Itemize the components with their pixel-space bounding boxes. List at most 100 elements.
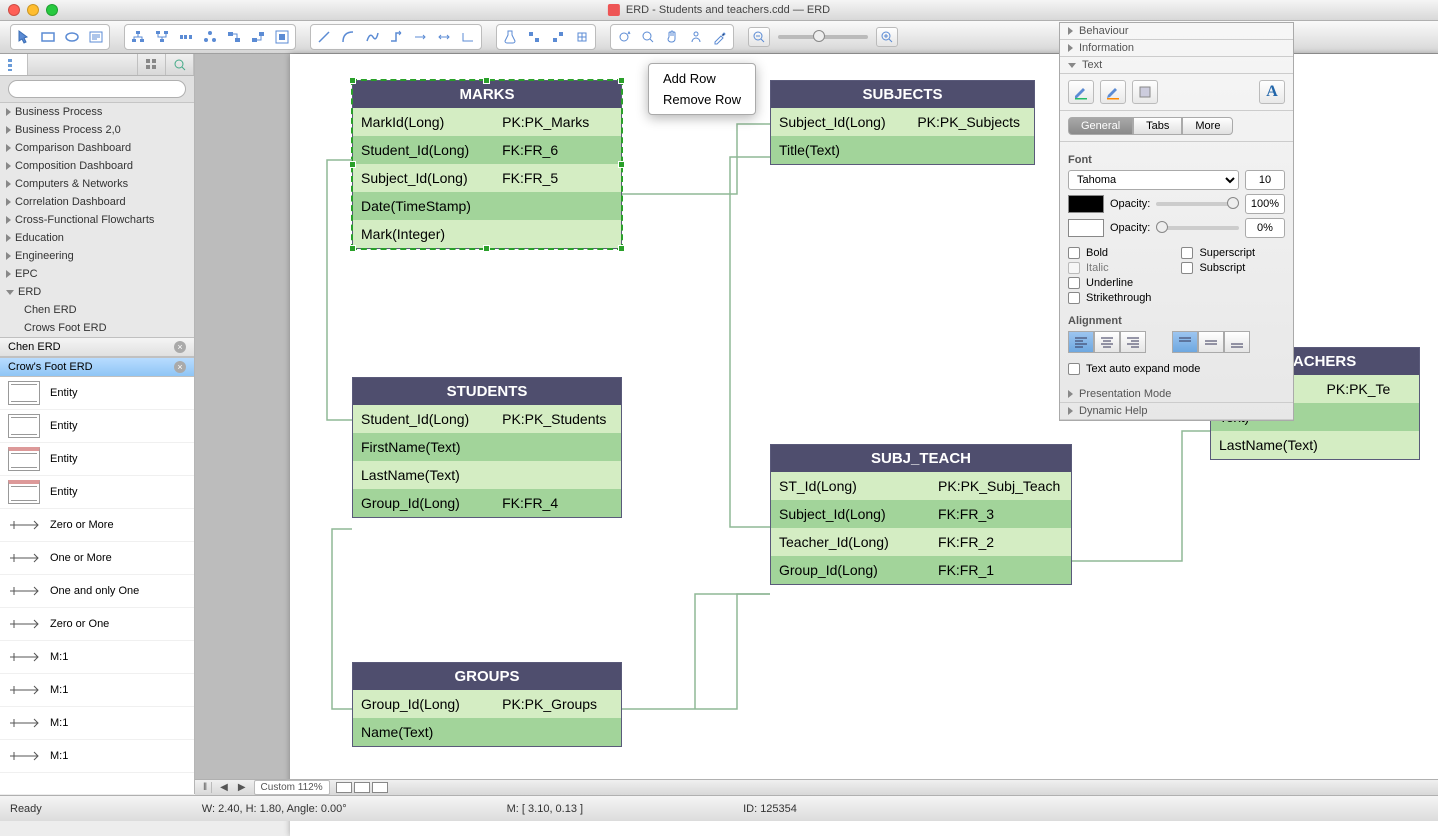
inspector-tab-more[interactable]: More [1182, 117, 1233, 135]
sidebar-category[interactable]: EPC [0, 265, 194, 283]
stencil-item[interactable]: Entity [0, 410, 194, 443]
erd-row[interactable]: Teacher_Id(Long)FK:FR_2 [771, 528, 1071, 556]
erd-row[interactable]: Date(TimeStamp) [353, 192, 621, 220]
close-icon[interactable]: × [174, 361, 186, 373]
layout-tool-4[interactable] [199, 27, 221, 47]
zoom-slider[interactable] [778, 35, 868, 39]
sidebar-tab-grid[interactable] [138, 54, 166, 75]
zoom-readout[interactable]: Custom 112% [254, 780, 330, 795]
superscript-checkbox[interactable] [1181, 247, 1193, 259]
erd-table-marks[interactable]: MARKS MarkId(Long)PK:PK_MarksStudent_Id(… [352, 80, 622, 249]
font-family-select[interactable]: Tahoma [1068, 170, 1239, 190]
pointer-tool[interactable] [13, 27, 35, 47]
stencil-item[interactable]: Entity [0, 476, 194, 509]
action-tool-3[interactable] [547, 27, 569, 47]
erd-row[interactable]: Title(Text) [771, 136, 1034, 164]
zoom-out-button[interactable] [748, 27, 770, 47]
sidebar-category[interactable]: Composition Dashboard [0, 157, 194, 175]
sidebar-category[interactable]: Business Process [0, 103, 194, 121]
valign-bottom-button[interactable] [1224, 331, 1250, 353]
highlight-color-icon[interactable] [1100, 80, 1126, 104]
erd-row[interactable]: Student_Id(Long)FK:FR_6 [353, 136, 621, 164]
action-tool-2[interactable] [523, 27, 545, 47]
text-tool[interactable] [85, 27, 107, 47]
erd-row[interactable]: LastName(Text) [353, 461, 621, 489]
sidebar-category[interactable]: Computers & Networks [0, 175, 194, 193]
sidebar-category[interactable]: Comparison Dashboard [0, 139, 194, 157]
align-center-button[interactable] [1094, 331, 1120, 353]
erd-table-subj-teach[interactable]: SUBJ_TEACH ST_Id(Long)PK:PK_Subj_TeachSu… [770, 444, 1072, 585]
erd-row[interactable]: MarkId(Long)PK:PK_Marks [353, 108, 621, 136]
chain-tool[interactable] [151, 27, 173, 47]
auto-expand-checkbox[interactable] [1068, 363, 1080, 375]
erd-row[interactable]: Name(Text) [353, 718, 621, 746]
stencil-item[interactable]: M:1 [0, 707, 194, 740]
strike-checkbox[interactable] [1068, 292, 1080, 304]
stroke-swatch[interactable] [1068, 219, 1104, 237]
erd-row[interactable]: Group_Id(Long)FK:FR_4 [353, 489, 621, 517]
refresh-icon[interactable] [613, 27, 635, 47]
ellipse-tool[interactable] [61, 27, 83, 47]
sidebar-search-input[interactable] [8, 80, 186, 98]
tree-tool[interactable] [127, 27, 149, 47]
stencil-item[interactable]: Zero or More [0, 509, 194, 542]
erd-row[interactable]: Student_Id(Long)PK:PK_Students [353, 405, 621, 433]
align-left-button[interactable] [1068, 331, 1094, 353]
connector-tool-6[interactable] [433, 27, 455, 47]
inspector-section-presentation[interactable]: Presentation Mode [1060, 386, 1293, 403]
spline-tool[interactable] [361, 27, 383, 47]
inspector-section-help[interactable]: Dynamic Help [1060, 403, 1293, 420]
layout-tool-6[interactable] [247, 27, 269, 47]
inspector-tab-tabs[interactable]: Tabs [1133, 117, 1182, 135]
stencil-item[interactable]: M:1 [0, 641, 194, 674]
sidebar-category[interactable]: Education [0, 229, 194, 247]
inspector-section-information[interactable]: Information [1060, 40, 1293, 57]
inspector-tab-general[interactable]: General [1068, 117, 1133, 135]
page-thumbnails[interactable] [336, 782, 388, 793]
eyedropper-tool[interactable] [709, 27, 731, 47]
sidebar-subcategory[interactable]: Crows Foot ERD [0, 319, 194, 337]
line-tool[interactable] [313, 27, 335, 47]
valign-top-button[interactable] [1172, 331, 1198, 353]
sidebar-tab-tree[interactable] [0, 54, 28, 75]
font-size-input[interactable] [1245, 170, 1285, 190]
erd-row[interactable]: Subject_Id(Long)PK:PK_Subjects [771, 108, 1034, 136]
erd-row[interactable]: Mark(Integer) [353, 220, 621, 248]
stencil-item[interactable]: M:1 [0, 674, 194, 707]
sidebar-category[interactable]: Business Process 2,0 [0, 121, 194, 139]
horizontal-scroll-bar[interactable]: ‖ ◀▶ Custom 112% [195, 779, 1438, 795]
close-window-button[interactable] [8, 4, 20, 16]
valign-middle-button[interactable] [1198, 331, 1224, 353]
stencil-item[interactable]: M:1 [0, 740, 194, 773]
inspector-section-behaviour[interactable]: Behaviour [1060, 23, 1293, 40]
zoom-in-button[interactable] [876, 27, 898, 47]
stroke-opacity-value[interactable] [1245, 218, 1285, 238]
font-icon[interactable]: A [1259, 80, 1285, 104]
stencil-tab[interactable]: Crow's Foot ERD× [0, 357, 194, 377]
fill-color-icon[interactable] [1132, 80, 1158, 104]
erd-row[interactable]: ST_Id(Long)PK:PK_Subj_Teach [771, 472, 1071, 500]
stencil-item[interactable]: Entity [0, 377, 194, 410]
layout-tool-7[interactable] [271, 27, 293, 47]
bold-checkbox[interactable] [1068, 247, 1080, 259]
sidebar-category[interactable]: Engineering [0, 247, 194, 265]
zoom-slider-thumb[interactable] [813, 30, 825, 42]
sidebar-category[interactable]: ERD [0, 283, 194, 301]
connector-tool-7[interactable] [457, 27, 479, 47]
underline-color-icon[interactable] [1068, 80, 1094, 104]
stencil-tab[interactable]: Chen ERD× [0, 337, 194, 357]
action-tool-4[interactable] [571, 27, 593, 47]
sidebar-category[interactable]: Cross-Functional Flowcharts [0, 211, 194, 229]
erd-table-groups[interactable]: GROUPS Group_Id(Long)PK:PK_GroupsName(Te… [352, 662, 622, 747]
erd-table-subjects[interactable]: SUBJECTS Subject_Id(Long)PK:PK_SubjectsT… [770, 80, 1035, 165]
underline-checkbox[interactable] [1068, 277, 1080, 289]
layout-tool-3[interactable] [175, 27, 197, 47]
fill-opacity-value[interactable] [1245, 194, 1285, 214]
inspector-section-text[interactable]: Text [1060, 57, 1293, 74]
subscript-checkbox[interactable] [1181, 262, 1193, 274]
sidebar-category[interactable]: Correlation Dashboard [0, 193, 194, 211]
zoom-window-button[interactable] [46, 4, 58, 16]
stencil-list[interactable]: EntityEntityEntityEntityZero or MoreOne … [0, 377, 194, 794]
erd-row[interactable]: Group_Id(Long)PK:PK_Groups [353, 690, 621, 718]
layout-tool-5[interactable] [223, 27, 245, 47]
